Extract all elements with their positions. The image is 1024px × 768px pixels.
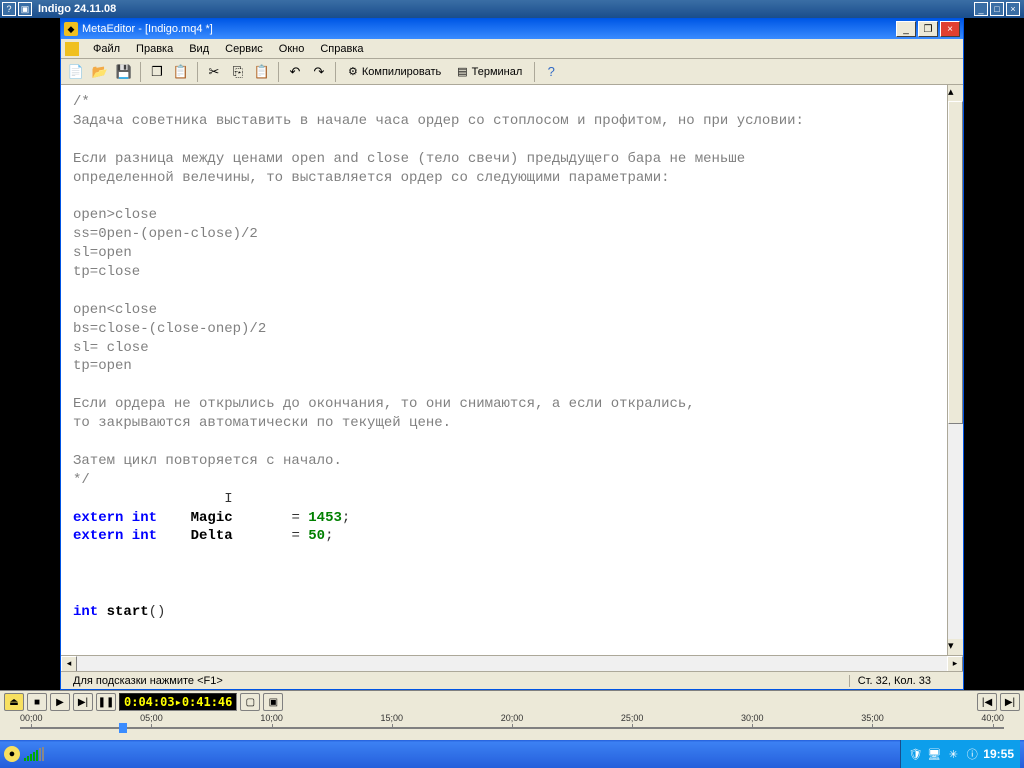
menu-window[interactable]: Окно [271,41,313,57]
menu-help[interactable]: Справка [312,41,371,57]
save-icon[interactable]: 💾 [113,61,135,83]
menu-view[interactable]: Вид [181,41,217,57]
player-pause-button[interactable]: ❚❚ [96,693,116,711]
editor-close-button[interactable]: × [940,21,960,37]
separator [335,62,336,82]
paste2-icon[interactable]: 📋 [251,61,273,83]
volume-indicator-icon[interactable] [24,747,44,761]
metaeditor-window: ◆ MetaEditor - [Indigo.mq4 *] _ ❐ × Файл… [60,18,964,690]
player-controls: ⏏ ■ ▶ ▶| ❚❚ 0:04:03▸0:41:46 ▢ ▣ |◀ ▶| 00… [0,690,1024,740]
new-file-icon[interactable]: 📄 [65,61,87,83]
horizontal-scrollbar[interactable]: ◂ ▸ [61,655,963,671]
help-icon[interactable]: ? [540,61,562,83]
tray-icon-3[interactable]: ✳ [945,746,961,762]
player-play-button[interactable]: ▶ [50,693,70,711]
paste-icon[interactable]: 📋 [170,61,192,83]
scroll-right-icon[interactable]: ▸ [947,656,963,672]
copy-icon[interactable]: ❐ [146,61,168,83]
tray-icon-1[interactable]: 🛡 [907,746,923,762]
player-step-button[interactable]: ▶| [73,693,93,711]
scroll-thumb[interactable] [948,101,963,424]
tray-icon-4[interactable]: ⓘ [964,746,980,762]
player-eject-button[interactable]: ⏏ [4,693,24,711]
statusbar: Для подсказки нажмите <F1> Ст. 32, Кол. … [61,671,963,689]
minimize-icon[interactable]: _ [974,2,988,16]
timecode-display: 0:04:03▸0:41:46 [119,693,237,711]
toolbar: 📄 📂 💾 ❐ 📋 ✂ ⎘ 📋 ↶ ↷ ⚙ Компилировать ▤ Те… [61,59,963,85]
app-icon: ◆ [64,22,78,36]
separator [534,62,535,82]
compile-label: Компилировать [362,66,441,78]
timeline-ticks: 00;00 05;00 10;00 15;00 20;00 25;00 30;0… [20,713,1004,737]
status-hint: Для подсказки нажмите <F1> [65,675,849,687]
player-prev-button[interactable]: |◀ [977,693,997,711]
terminal-button[interactable]: ▤ Терминал [450,61,529,83]
player-stop-button[interactable]: ■ [27,693,47,711]
copy2-icon[interactable]: ⎘ [227,61,249,83]
outer-title: Indigo 24.11.08 [38,3,116,15]
video-player-titlebar: ? ▣ Indigo 24.11.08 _ □ × [0,0,1024,18]
compile-button[interactable]: ⚙ Компилировать [341,61,448,83]
separator [278,62,279,82]
code-editor[interactable]: /* Задача советника выставить в начале ч… [61,85,947,655]
taskbar-app-icon[interactable]: ● [4,746,20,762]
scroll-up-icon[interactable]: ▴ [948,85,963,101]
menu-edit[interactable]: Правка [128,41,181,57]
undo-icon[interactable]: ↶ [284,61,306,83]
scroll-left-icon[interactable]: ◂ [61,656,77,672]
close-icon[interactable]: × [1006,2,1020,16]
pin-icon[interactable]: ▣ [18,2,32,16]
menu-service[interactable]: Сервис [217,41,271,57]
editor-title: MetaEditor - [Indigo.mq4 *] [82,23,213,35]
cut-icon[interactable]: ✂ [203,61,225,83]
menu-file[interactable]: Файл [85,41,128,57]
status-position: Ст. 32, Кол. 33 [849,675,939,687]
player-mode2-button[interactable]: ▣ [263,693,283,711]
separator [197,62,198,82]
terminal-label: Терминал [472,66,523,78]
open-file-icon[interactable]: 📂 [89,61,111,83]
vertical-scrollbar[interactable]: ▴ ▾ [947,85,963,655]
help-icon[interactable]: ? [2,2,16,16]
separator [140,62,141,82]
maximize-icon[interactable]: □ [990,2,1004,16]
player-mode1-button[interactable]: ▢ [240,693,260,711]
clock[interactable]: 19:55 [983,747,1014,761]
editor-titlebar: ◆ MetaEditor - [Indigo.mq4 *] _ ❐ × [61,19,963,39]
menu-app-icon [65,42,79,56]
scroll-down-icon[interactable]: ▾ [948,639,963,655]
player-next-button[interactable]: ▶| [1000,693,1020,711]
redo-icon[interactable]: ↷ [308,61,330,83]
editor-restore-button[interactable]: ❐ [918,21,938,37]
timeline[interactable]: 00;00 05;00 10;00 15;00 20;00 25;00 30;0… [0,713,1024,739]
tray-icon-2[interactable]: 🖥 [926,746,942,762]
editor-minimize-button[interactable]: _ [896,21,916,37]
taskbar: ● 🛡 🖥 ✳ ⓘ 19:55 [0,740,1024,768]
system-tray: 🛡 🖥 ✳ ⓘ 19:55 [900,740,1020,768]
menubar: Файл Правка Вид Сервис Окно Справка [61,39,963,59]
